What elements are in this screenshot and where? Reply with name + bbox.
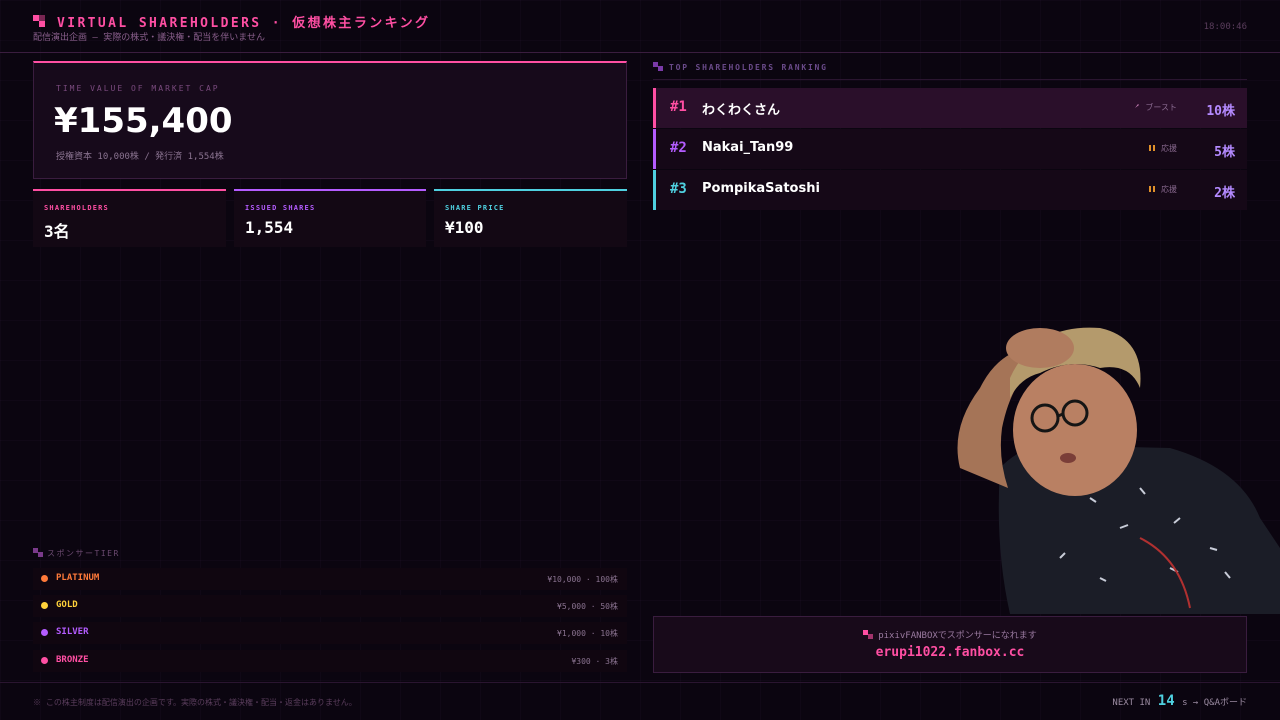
- ranking-row-2: #2 Nakai_Tan99 応援 5株: [653, 129, 1247, 169]
- rank-position: #1: [670, 99, 687, 115]
- stat-label: SHARE PRICE: [445, 204, 505, 212]
- stat-share-price: SHARE PRICE ¥100: [434, 189, 627, 247]
- tier-dot-icon: [41, 575, 48, 582]
- tier-price: ¥10,000 · 100株: [547, 575, 618, 584]
- stat-issued-shares: ISSUED SHARES 1,554: [234, 189, 426, 247]
- disclaimer-text: ※ この株主制度は配信演出の企画です。実際の株式・議決権・配当・返金はありません…: [33, 698, 357, 707]
- stat-label: ISSUED SHARES: [245, 204, 316, 212]
- footer-bar: ※ この株主制度は配信演出の企画です。実際の株式・議決権・配当・返金はありません…: [0, 682, 1280, 720]
- rank-badge: 応援: [1149, 184, 1177, 195]
- tier-row-silver: SILVER ¥1,000 · 10株: [33, 622, 627, 644]
- cheer-icon: [1149, 145, 1155, 151]
- page-subtitle: 配信演出企画 — 実際の株式・議決権・配当を伴いません: [33, 33, 265, 43]
- fanbox-caption-label: pixivFANBOXでスポンサーになれます: [878, 631, 1037, 641]
- market-cap-sub: 授権資本 10,000株 / 発行済 1,554株: [56, 152, 224, 162]
- ranking-row-1: #1 わくわくさん ブースト 10株: [653, 88, 1247, 128]
- stat-label: SHAREHOLDERS: [44, 204, 109, 212]
- share-count: 5株: [1214, 145, 1235, 160]
- market-cap-value: ¥155,400: [54, 101, 233, 141]
- tier-heading-icon: [33, 548, 43, 557]
- rank-position: #3: [670, 181, 687, 197]
- fanbox-link[interactable]: erupi1022.fanbox.cc: [654, 645, 1246, 660]
- shareholder-name: わくわくさん: [702, 103, 781, 118]
- share-count: 2株: [1214, 186, 1235, 201]
- next-prefix: NEXT IN: [1112, 698, 1151, 708]
- tier-row-platinum: PLATINUM ¥10,000 · 100株: [33, 568, 627, 590]
- ranking-heading-label: TOP SHAREHOLDERS RANKING: [669, 63, 828, 72]
- tier-name: BRONZE: [56, 655, 89, 665]
- tier-price: ¥5,000 · 50株: [557, 602, 618, 611]
- shareholder-name: Nakai_Tan99: [702, 140, 794, 155]
- stat-value: 3名: [44, 222, 70, 241]
- tier-dot-icon: [41, 602, 48, 609]
- ranking-heading-icon: [653, 62, 663, 71]
- tiers-heading: スポンサーTIER: [33, 548, 120, 559]
- market-cap-label: TIME VALUE OF MARKET CAP: [56, 84, 220, 93]
- fanbox-card: pixivFANBOXでスポンサーになれます erupi1022.fanbox.…: [653, 616, 1247, 673]
- badge-label: 応援: [1161, 144, 1177, 153]
- tier-row-gold: GOLD ¥5,000 · 50株: [33, 595, 627, 617]
- next-countdown: NEXT IN 14 s → Q&Aボード: [1112, 693, 1247, 709]
- market-cap-card: TIME VALUE OF MARKET CAP ¥155,400 授権資本 1…: [33, 61, 627, 179]
- rank-badge: ブースト: [1133, 102, 1177, 113]
- logo-icon: [33, 15, 45, 27]
- webcam-feed: [940, 318, 1280, 614]
- clock: 18:00:46: [1203, 22, 1247, 32]
- share-count: 10株: [1206, 104, 1235, 119]
- fanbox-caption: pixivFANBOXでスポンサーになれます: [654, 628, 1246, 641]
- tier-dot-icon: [41, 629, 48, 636]
- tier-price: ¥1,000 · 10株: [557, 629, 618, 638]
- tier-price: ¥300 · 3株: [571, 657, 618, 666]
- streamer-figure: [957, 327, 1280, 614]
- cheer-icon: [1149, 186, 1155, 192]
- fanbox-icon: [863, 630, 874, 639]
- tier-name: PLATINUM: [56, 573, 100, 583]
- stat-value: 1,554: [245, 218, 294, 237]
- next-suffix: s → Q&Aボード: [1182, 698, 1247, 708]
- rank-position: #2: [670, 140, 687, 156]
- header-bar: VIRTUAL SHAREHOLDERS · 仮想株主ランキング 配信演出企画 …: [0, 0, 1280, 53]
- badge-label: ブースト: [1145, 103, 1177, 112]
- ranking-row-3: #3 PompikaSatoshi 応援 2株: [653, 170, 1247, 210]
- tier-dot-icon: [41, 657, 48, 664]
- rank-badge: 応援: [1149, 143, 1177, 154]
- tier-name: GOLD: [56, 600, 78, 610]
- shareholder-name: PompikaSatoshi: [702, 181, 820, 196]
- stat-shareholders: SHAREHOLDERS 3名: [33, 189, 226, 247]
- ranking-heading: TOP SHAREHOLDERS RANKING: [653, 62, 1247, 80]
- page-title: VIRTUAL SHAREHOLDERS · 仮想株主ランキング: [57, 16, 431, 31]
- tier-name: SILVER: [56, 627, 89, 637]
- tier-row-bronze: BRONZE ¥300 · 3株: [33, 650, 627, 672]
- stat-value: ¥100: [445, 218, 484, 237]
- next-seconds: 14: [1157, 693, 1175, 709]
- rocket-icon: [1133, 104, 1140, 110]
- tiers-heading-label: スポンサーTIER: [47, 549, 120, 558]
- badge-label: 応援: [1161, 185, 1177, 194]
